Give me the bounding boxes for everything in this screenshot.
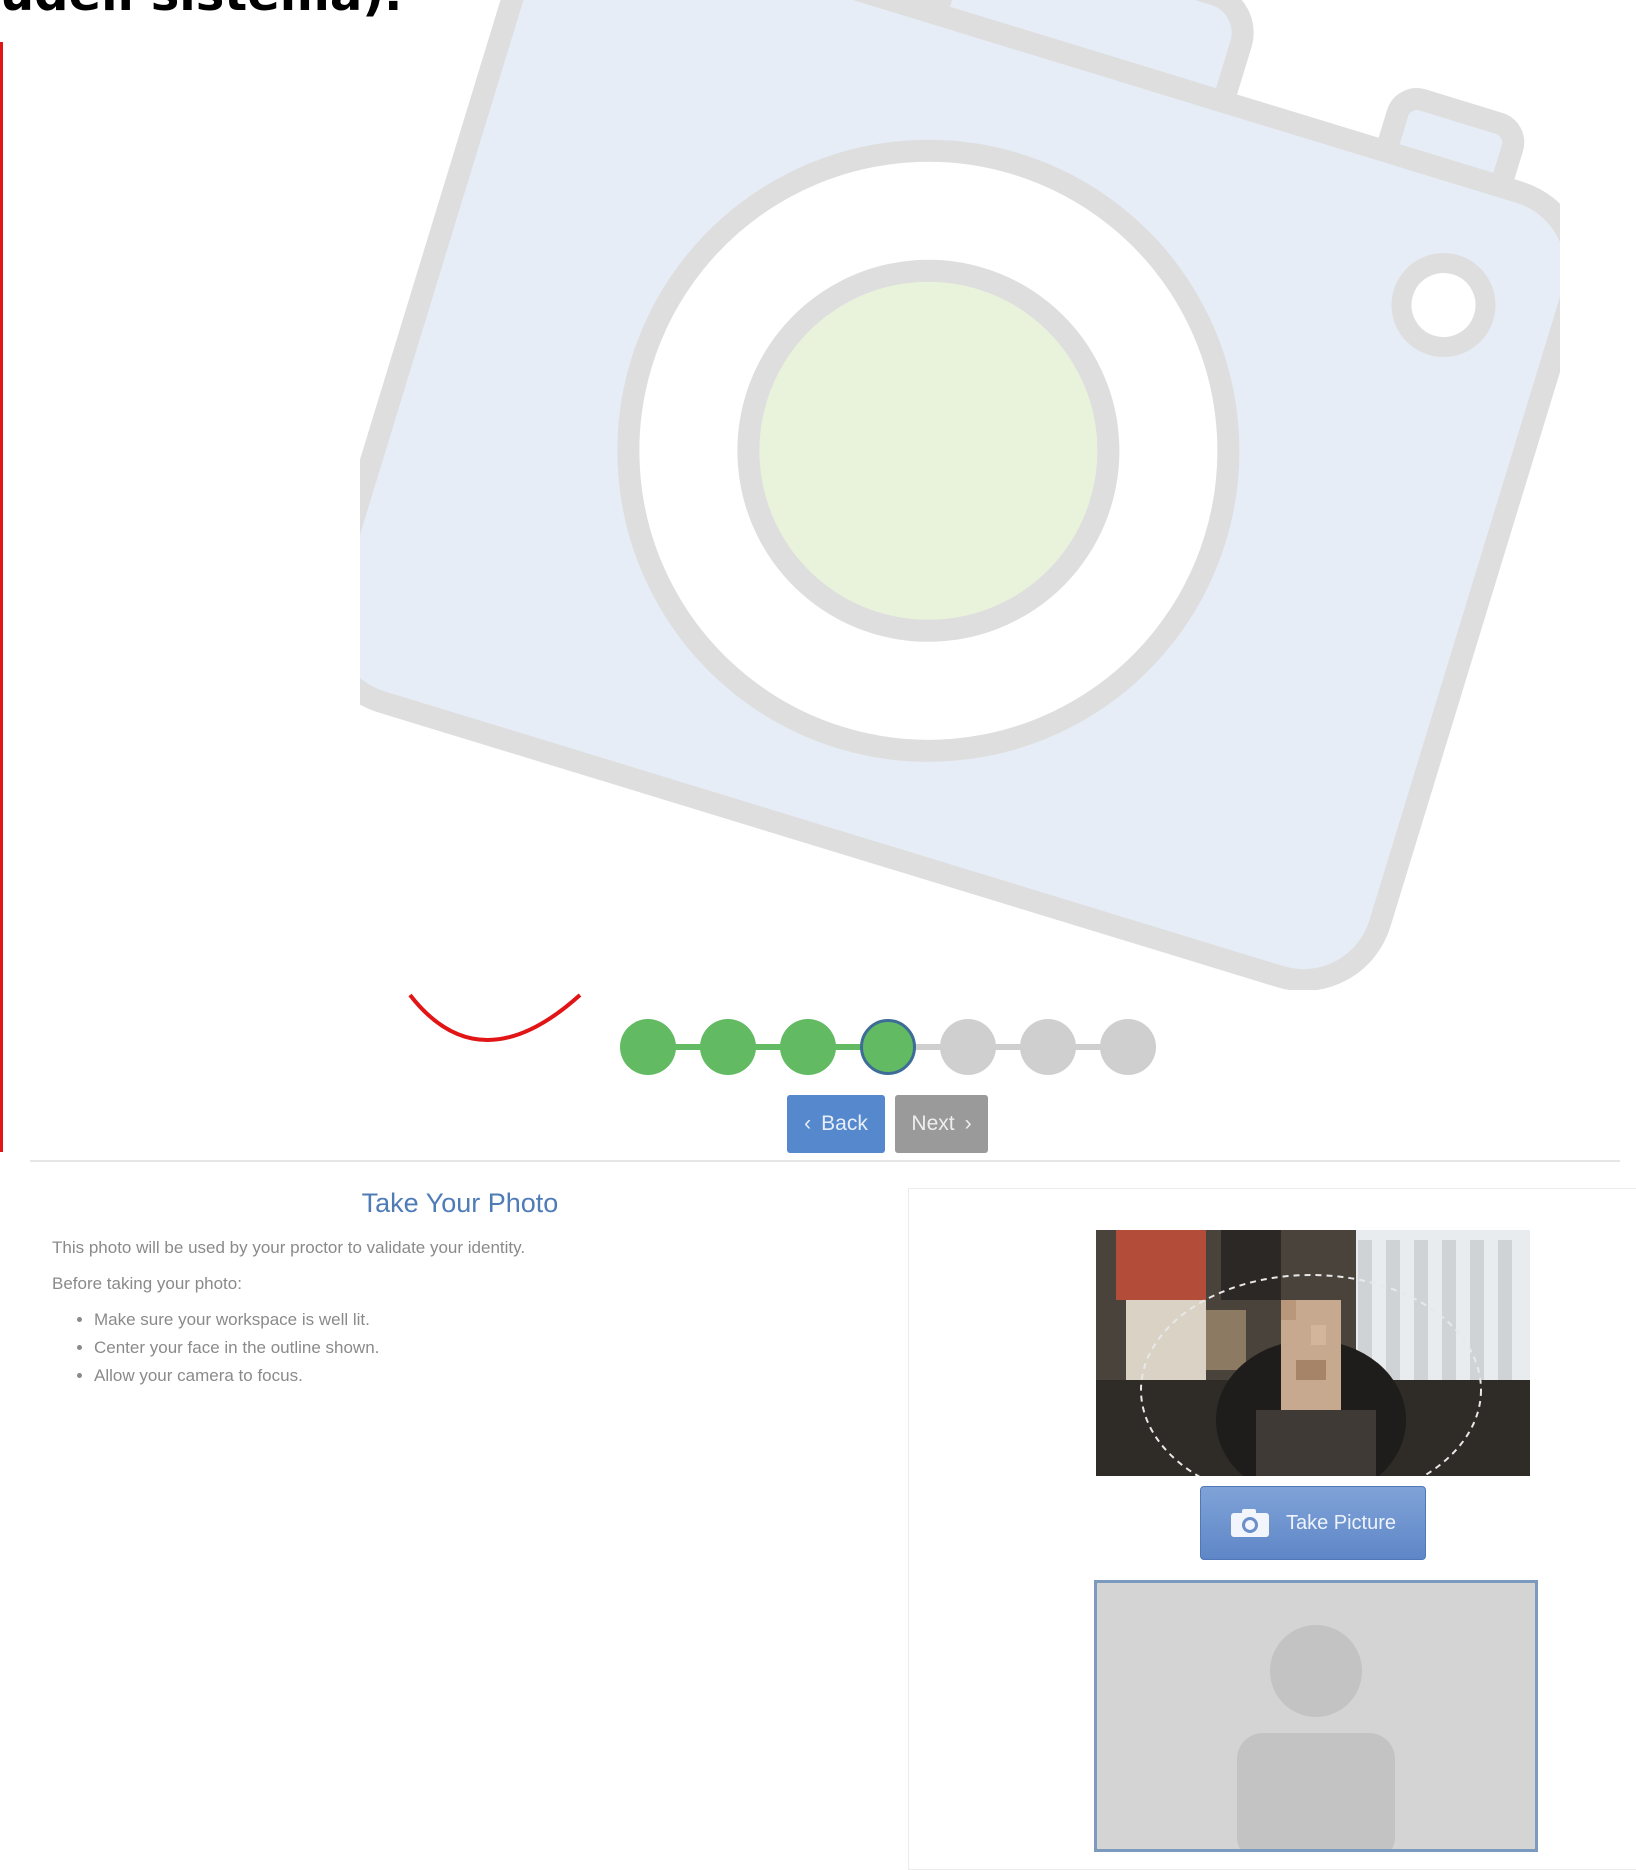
step-dot bbox=[860, 1019, 916, 1075]
progress-stepper bbox=[612, 1012, 1182, 1082]
photo-preview bbox=[1094, 1580, 1538, 1852]
user-silhouette-icon bbox=[1237, 1625, 1395, 1849]
list-item: Allow your camera to focus. bbox=[94, 1366, 525, 1386]
chevron-right-icon: › bbox=[964, 1112, 972, 1135]
chevron-left-icon: ‹ bbox=[804, 1112, 812, 1135]
page-title: Take Your Photo bbox=[361, 1188, 559, 1218]
annotation-red-line bbox=[0, 42, 3, 1152]
webcam-feed bbox=[1096, 1230, 1530, 1476]
step-dot bbox=[1100, 1019, 1156, 1075]
list-item: Make sure your workspace is well lit. bbox=[94, 1310, 525, 1330]
step-dot bbox=[940, 1019, 996, 1075]
next-button-label: Next bbox=[911, 1112, 955, 1135]
take-picture-label: Take Picture bbox=[1285, 1511, 1397, 1534]
step-dot bbox=[700, 1019, 756, 1075]
before-label: Before taking your photo: bbox=[52, 1274, 242, 1293]
webcam-image bbox=[1096, 1230, 1530, 1476]
next-button[interactable]: Next › bbox=[895, 1095, 988, 1153]
instructions: This photo will be used by your proctor … bbox=[52, 1238, 525, 1394]
annotation-red-arc bbox=[408, 993, 582, 1042]
tips-list: Make sure your workspace is well lit. Ce… bbox=[52, 1310, 525, 1386]
step-dot bbox=[780, 1019, 836, 1075]
back-button-label: Back bbox=[821, 1112, 868, 1135]
take-picture-button[interactable]: Take Picture bbox=[1200, 1486, 1426, 1560]
back-button[interactable]: ‹ Back bbox=[787, 1095, 885, 1153]
list-item: Center your face in the outline shown. bbox=[94, 1338, 525, 1358]
camera-small-icon bbox=[1230, 1509, 1269, 1537]
section-divider bbox=[30, 1160, 1620, 1162]
camera-icon bbox=[360, 0, 1560, 990]
page-heading-fragment: udeli sistema). bbox=[0, 0, 402, 22]
step-dot bbox=[620, 1019, 676, 1075]
step-dot bbox=[1020, 1019, 1076, 1075]
description-text: This photo will be used by your proctor … bbox=[52, 1238, 526, 1257]
